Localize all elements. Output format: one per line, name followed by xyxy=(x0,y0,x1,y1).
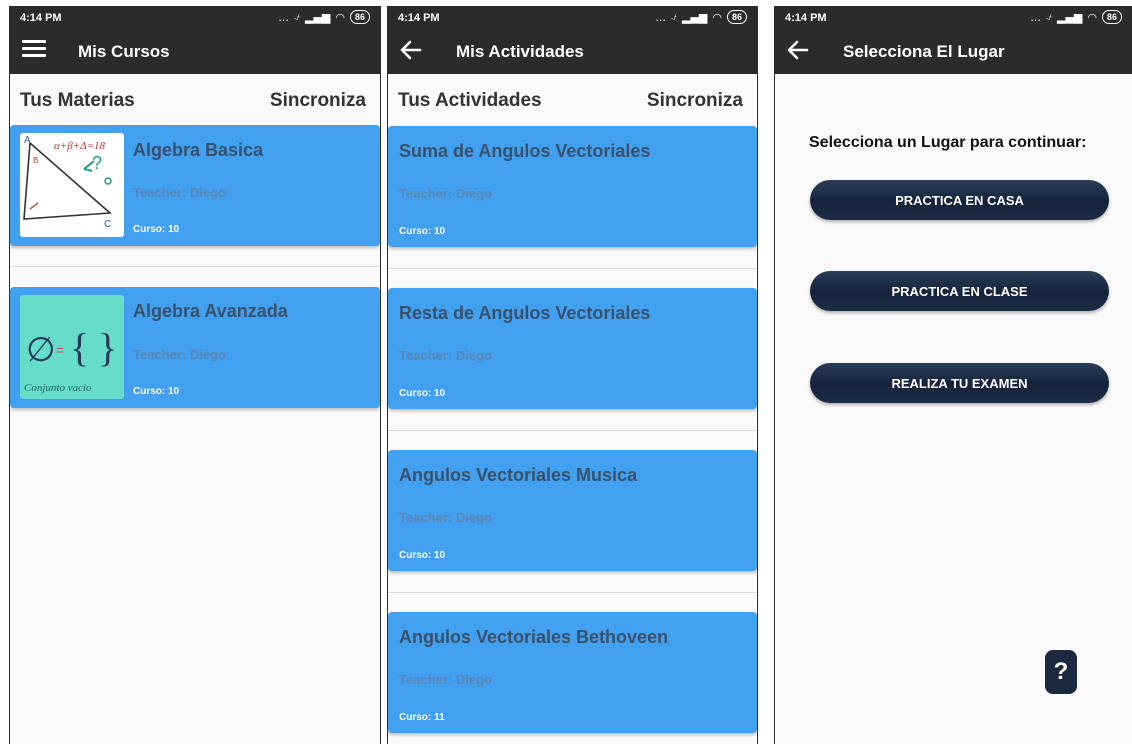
status-time: 4:14 PM xyxy=(20,12,62,24)
vertex-a-label: A xyxy=(24,135,31,146)
alarm-off-icon: ⍻ xyxy=(1045,10,1052,23)
app-bar: 4:14 PM ... ⍻ ▂▄▆ ◠ 86 Mis Actividades xyxy=(388,6,757,74)
empty-set-caption: Conjunto vacio xyxy=(24,382,92,394)
course-card[interactable]: ∅ = { } Conjunto vacio Algebra Avanzada … xyxy=(10,287,380,408)
empty-set-thumbnail-image: ∅ = { } Conjunto vacio xyxy=(20,295,124,399)
wifi-icon: ◠ xyxy=(335,10,345,24)
back-arrow-icon[interactable] xyxy=(398,37,424,63)
wifi-icon: ◠ xyxy=(1087,10,1097,24)
activity-name: Resta de Angulos Vectoriales xyxy=(399,303,651,323)
vertex-c-label: C xyxy=(104,219,111,230)
alarm-off-icon: ⍻ xyxy=(670,10,677,23)
status-time: 4:14 PM xyxy=(785,12,827,24)
formula-text: α+β+Δ=18 xyxy=(54,140,105,152)
course-number: Curso: 10 xyxy=(133,386,180,397)
svg-text:{: { xyxy=(70,325,89,370)
activity-teacher: Teacher: Diego xyxy=(399,672,492,687)
sync-button[interactable]: Sincroniza xyxy=(647,90,743,112)
realiza-tu-examen-button[interactable]: REALIZA TU EXAMEN xyxy=(810,363,1109,403)
prompt-text: Selecciona un Lugar para continuar: xyxy=(809,134,1087,151)
app-bar: 4:14 PM ... ⍻ ▂▄▆ ◠ 86 Mis Cursos xyxy=(10,6,380,74)
status-icons: ... ⍻ ▂▄▆ ◠ 86 xyxy=(1030,10,1122,24)
activity-card[interactable]: Angulos Vectoriales Bethoveen Teacher: D… xyxy=(388,612,757,733)
divider xyxy=(388,430,757,431)
activity-course: Curso: 10 xyxy=(399,226,446,237)
section-title: Tus Actividades xyxy=(398,90,542,111)
svg-text:?: ? xyxy=(92,153,102,173)
wifi-icon: ◠ xyxy=(712,10,722,24)
activity-name: Suma de Angulos Vectoriales xyxy=(399,141,651,161)
dots-icon: ... xyxy=(278,10,289,24)
dots-icon: ... xyxy=(1030,10,1041,24)
activity-teacher: Teacher: Diego xyxy=(399,186,492,201)
battery-icon: 86 xyxy=(1101,10,1122,24)
mis-cursos-screen: 4:14 PM ... ⍻ ▂▄▆ ◠ 86 Mis Cursos Tus Ma… xyxy=(9,6,381,744)
divider xyxy=(388,268,757,269)
activity-course: Curso: 10 xyxy=(399,388,446,399)
section-title: Tus Materias xyxy=(20,90,135,111)
course-card[interactable]: A C B α+β+Δ=18 ? Algebra Basica Teacher:… xyxy=(10,125,380,246)
selecciona-lugar-screen: 4:14 PM ... ⍻ ▂▄▆ ◠ 86 Selecciona El Lug… xyxy=(774,6,1132,744)
activity-card[interactable]: Angulos Vectoriales Musica Teacher: Dieg… xyxy=(388,450,757,571)
practica-en-casa-button[interactable]: PRACTICA EN CASA xyxy=(810,180,1109,220)
status-icons: ... ⍻ ▂▄▆ ◠ 86 xyxy=(278,10,370,24)
triangle-thumbnail-image: A C B α+β+Δ=18 ? xyxy=(20,133,124,237)
svg-text:∅: ∅ xyxy=(26,332,56,369)
activity-card[interactable]: Suma de Angulos Vectoriales Teacher: Die… xyxy=(388,126,757,247)
course-name: Algebra Basica xyxy=(133,140,264,160)
status-time: 4:14 PM xyxy=(398,12,440,24)
divider xyxy=(388,592,757,593)
page-title: Selecciona El Lugar xyxy=(843,42,1005,61)
back-arrow-icon[interactable] xyxy=(785,37,811,63)
menu-icon[interactable] xyxy=(22,40,46,58)
page-title: Mis Actividades xyxy=(456,42,584,61)
app-bar: 4:14 PM ... ⍻ ▂▄▆ ◠ 86 Selecciona El Lug… xyxy=(775,6,1132,74)
activity-teacher: Teacher: Diego xyxy=(399,348,492,363)
activity-name: Angulos Vectoriales Musica xyxy=(399,465,638,485)
sync-button[interactable]: Sincroniza xyxy=(270,90,366,112)
activity-teacher: Teacher: Diego xyxy=(399,510,492,525)
help-icon: ? xyxy=(1053,658,1069,685)
alarm-off-icon: ⍻ xyxy=(293,10,300,23)
signal-icon: ▂▄▆ xyxy=(1056,10,1083,24)
status-icons: ... ⍻ ▂▄▆ ◠ 86 xyxy=(655,10,747,24)
signal-icon: ▂▄▆ xyxy=(304,10,331,24)
vertex-b-label: B xyxy=(33,156,38,165)
help-button[interactable]: ? xyxy=(1045,650,1077,694)
course-number: Curso: 10 xyxy=(133,224,180,235)
battery-icon: 86 xyxy=(349,10,370,24)
svg-text:}: } xyxy=(98,325,117,370)
course-teacher: Teacher: Diego xyxy=(133,185,226,200)
section-header: Tus Materias Sincroniza xyxy=(10,90,380,120)
battery-icon: 86 xyxy=(726,10,747,24)
section-header: Tus Actividades Sincroniza xyxy=(388,90,757,120)
activity-course: Curso: 10 xyxy=(399,550,446,561)
divider xyxy=(10,266,380,267)
course-teacher: Teacher: Diego xyxy=(133,347,226,362)
signal-icon: ▂▄▆ xyxy=(681,10,708,24)
activity-course: Curso: 11 xyxy=(399,712,445,723)
course-name: Algebra Avanzada xyxy=(133,301,288,321)
dots-icon: ... xyxy=(655,10,666,24)
page-title: Mis Cursos xyxy=(78,42,170,61)
activity-card[interactable]: Resta de Angulos Vectoriales Teacher: Di… xyxy=(388,288,757,409)
svg-text:=: = xyxy=(56,342,64,358)
mis-actividades-screen: 4:14 PM ... ⍻ ▂▄▆ ◠ 86 Mis Actividades T… xyxy=(387,6,758,744)
practica-en-clase-button[interactable]: PRACTICA EN CLASE xyxy=(810,271,1109,311)
activity-name: Angulos Vectoriales Bethoveen xyxy=(399,627,669,647)
